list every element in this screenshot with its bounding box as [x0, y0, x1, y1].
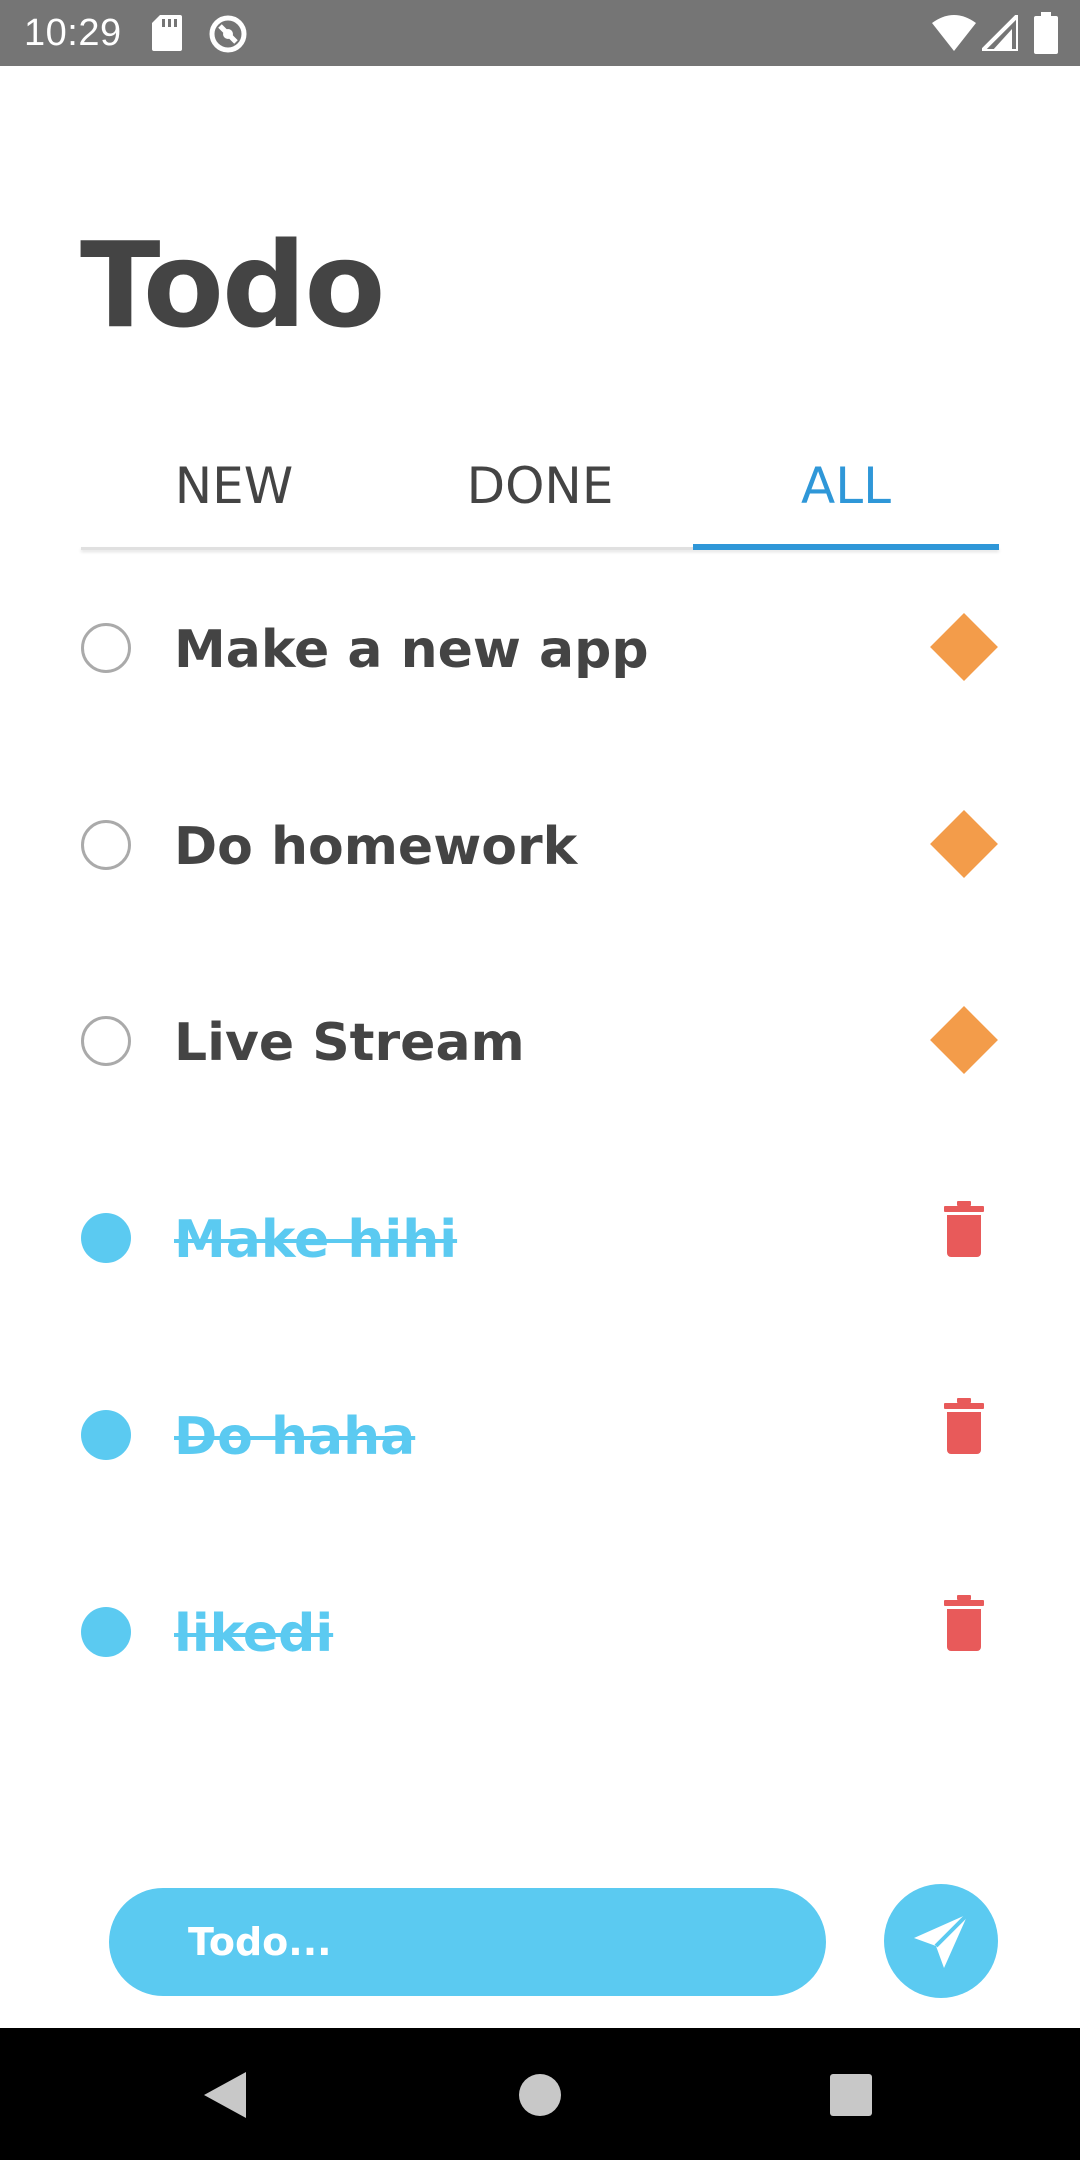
- todo-checkbox-checked[interactable]: [81, 1607, 131, 1657]
- todo-checkbox[interactable]: [81, 820, 131, 870]
- todo-item: likedi: [0, 1535, 1080, 1731]
- todo-checkbox[interactable]: [81, 623, 131, 673]
- recents-icon[interactable]: [830, 2074, 872, 2116]
- priority-diamond-icon: [930, 613, 998, 681]
- new-todo-input[interactable]: [109, 1888, 826, 1996]
- trash-icon[interactable]: [944, 1595, 984, 1651]
- todo-text[interactable]: Live Stream: [174, 1000, 525, 1086]
- send-button[interactable]: [884, 1884, 998, 1998]
- status-time: 10:29: [24, 12, 122, 54]
- trash-icon[interactable]: [944, 1201, 984, 1257]
- back-icon[interactable]: [204, 2072, 246, 2118]
- todo-item: Do homework: [0, 748, 1080, 944]
- wifi-icon: [932, 15, 976, 51]
- home-icon[interactable]: [519, 2074, 561, 2116]
- page-title: Todo: [80, 216, 385, 354]
- todo-item: Live Stream: [0, 944, 1080, 1140]
- app-screen: 10:29 Todo NEW DONE ALL Make a new app D…: [0, 0, 1080, 2160]
- tab-active-indicator: [693, 544, 999, 550]
- battery-icon: [1034, 12, 1058, 54]
- todo-checkbox-checked[interactable]: [81, 1213, 131, 1263]
- todo-text-completed[interactable]: Do haha: [174, 1394, 415, 1480]
- todo-text[interactable]: Do homework: [174, 804, 577, 890]
- tab-all[interactable]: ALL: [693, 440, 999, 548]
- signal-icon: [982, 15, 1018, 51]
- send-icon: [914, 1912, 970, 1968]
- status-bar: 10:29: [0, 0, 1080, 66]
- tab-done[interactable]: DONE: [387, 440, 693, 548]
- todo-checkbox-checked[interactable]: [81, 1410, 131, 1460]
- todo-text[interactable]: Make a new app: [174, 607, 649, 693]
- priority-diamond-icon: [930, 1006, 998, 1074]
- filter-tabs: NEW DONE ALL: [81, 440, 999, 550]
- todo-text-completed[interactable]: likedi: [174, 1591, 333, 1677]
- sd-card-icon: [152, 15, 182, 51]
- todo-item: Make a new app: [0, 551, 1080, 747]
- todo-item: Do haha: [0, 1338, 1080, 1534]
- todo-checkbox[interactable]: [81, 1016, 131, 1066]
- priority-diamond-icon: [930, 810, 998, 878]
- todo-item: Make hihi: [0, 1141, 1080, 1337]
- sync-icon: [209, 15, 247, 53]
- navigation-bar: [0, 2028, 1080, 2160]
- tab-new[interactable]: NEW: [81, 440, 387, 548]
- todo-text-completed[interactable]: Make hihi: [174, 1197, 457, 1283]
- trash-icon[interactable]: [944, 1398, 984, 1454]
